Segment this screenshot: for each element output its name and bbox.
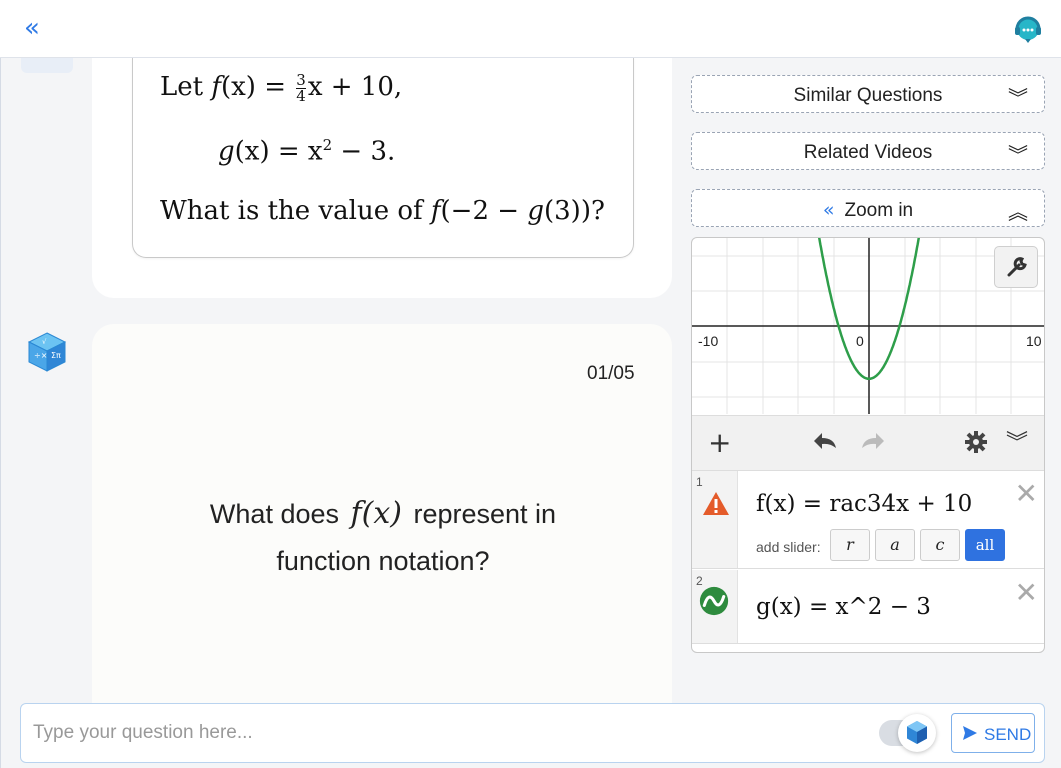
axis-label-right: 10: [1026, 333, 1042, 349]
send-icon: [963, 726, 977, 740]
axis-label-left: -10: [698, 333, 718, 349]
send-label: SEND: [984, 725, 1032, 744]
expression-gutter: 2: [692, 570, 738, 643]
add-expression-button[interactable]: +: [708, 428, 731, 458]
collapse-sidebar-button[interactable]: «: [24, 14, 40, 42]
expression-input-2[interactable]: g(x) = x^2 − 3: [756, 594, 931, 620]
question-input[interactable]: [33, 720, 853, 746]
question-line-3: What is the value of f(−2 − g(3))?: [160, 196, 605, 226]
math-cube-logo-icon: ÷× Σπ √: [26, 331, 68, 373]
send-button[interactable]: SEND: [951, 713, 1035, 753]
graph-wave-icon[interactable]: [699, 586, 729, 616]
frame-border: [0, 58, 1, 768]
chevron-up-icon: ︽: [1008, 200, 1028, 224]
related-videos-accordion[interactable]: Related Videos ︾: [691, 132, 1045, 170]
axis-label-origin: 0: [856, 333, 864, 349]
slider-button-c[interactable]: c: [920, 529, 960, 561]
question-line-1: Let f(x) = 34x + 10,: [160, 71, 403, 105]
undo-icon: [814, 433, 836, 449]
question-input-bar: SEND: [20, 703, 1045, 763]
fraction: 34: [296, 71, 306, 105]
double-chevron-left-icon: «: [822, 199, 835, 221]
svg-text:Σπ: Σπ: [51, 351, 61, 360]
top-bar: «: [0, 0, 1061, 58]
warning-icon[interactable]: [701, 489, 731, 519]
wrench-icon: [1007, 257, 1027, 277]
graph-settings-button[interactable]: [994, 246, 1038, 288]
chevron-down-icon: ︾: [1008, 86, 1028, 110]
related-videos-label: Related Videos: [803, 142, 933, 163]
svg-text:√: √: [42, 338, 47, 346]
left-tab: [21, 58, 73, 73]
expression-toolbar: + ︾: [692, 415, 1044, 471]
expression-gutter: 1: [692, 471, 738, 568]
undo-button[interactable]: [812, 430, 840, 460]
double-chevron-down-icon: ︾: [1006, 431, 1029, 456]
slider-button-all[interactable]: all: [965, 529, 1005, 561]
chevron-down-icon: ︾: [1008, 143, 1028, 167]
gear-icon: [965, 431, 987, 453]
zoom-in-accordion[interactable]: «Zoom in ︽: [691, 189, 1045, 227]
close-icon[interactable]: ✕: [1015, 576, 1038, 609]
expression-number: 1: [696, 475, 703, 489]
slider-button-r[interactable]: r: [830, 529, 870, 561]
close-icon[interactable]: ✕: [1015, 477, 1038, 510]
redo-icon: [862, 433, 884, 449]
chat-support-icon[interactable]: [1013, 14, 1043, 44]
cube-logo-icon: [907, 721, 927, 744]
zoom-in-label: «Zoom in: [822, 199, 914, 221]
toggle-knob[interactable]: [898, 714, 936, 752]
settings-button[interactable]: [964, 430, 988, 460]
graph-canvas[interactable]: -10 0 10: [692, 238, 1044, 414]
redo-button[interactable]: [858, 430, 886, 460]
flashcard-question: What does f(x) represent in function not…: [209, 496, 557, 576]
collapse-expressions-button[interactable]: ︾: [1006, 429, 1028, 459]
expression-input-1[interactable]: f(x) = rac34x + 10: [756, 491, 972, 517]
flashcard-math: f(x): [350, 496, 402, 531]
card-counter: 01/05: [587, 363, 635, 384]
question-box: Let f(x) = 34x + 10, g(x) = x2 − 3. What…: [132, 58, 634, 258]
expression-row-1[interactable]: 1 f(x) = rac34x + 10 ✕ add slider: r a c…: [692, 471, 1044, 569]
svg-text:÷×: ÷×: [34, 351, 47, 360]
expression-row-2[interactable]: 2 g(x) = x^2 − 3 ✕: [692, 570, 1044, 644]
slider-button-a[interactable]: a: [875, 529, 915, 561]
add-slider-label: add slider:: [756, 539, 821, 555]
question-line-2: g(x) = x2 − 3.: [218, 136, 396, 167]
similar-questions-label: Similar Questions: [793, 85, 943, 106]
graphing-calculator: -10 0 10 + ︾ 1 f(x) = rac34x + 10 ✕ add …: [691, 237, 1045, 653]
similar-questions-accordion[interactable]: Similar Questions ︾: [691, 75, 1045, 113]
